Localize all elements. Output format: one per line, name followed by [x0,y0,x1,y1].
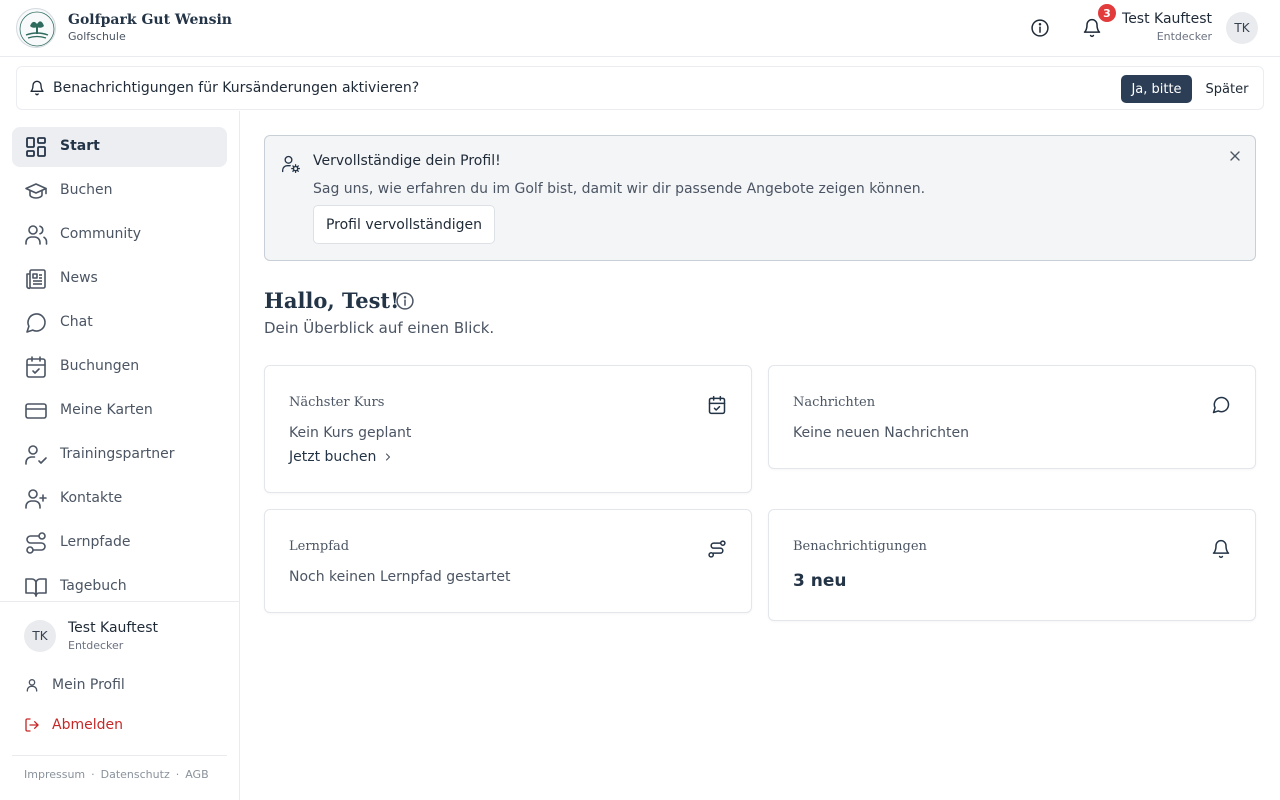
sidebar-item-chat[interactable]: Chat [12,303,227,343]
sidebar-item-start[interactable]: Start [12,127,227,167]
graduation-cap-icon [24,179,48,203]
notification-banner-text: Benachrichtigungen für Kursänderungen ak… [53,80,420,96]
notification-permission-banner: Benachrichtigungen für Kursänderungen ak… [16,66,1264,110]
footer-separator: · [175,768,180,781]
calendar-check-icon [707,395,727,415]
chat-bubble-icon [24,311,48,335]
sidebar-item-label: Buchungen [60,358,140,374]
book-open-icon [24,575,48,599]
sidebar-footer-divider [12,755,227,756]
chevron-right-icon [382,451,394,463]
sidebar-item-label: Start [60,138,100,154]
newspaper-icon [24,267,48,291]
notifications-count: 3 neu [793,571,847,591]
sidebar-item-label: Lernpfade [60,534,131,550]
enable-notifications-button[interactable]: Ja, bitte [1121,75,1192,103]
info-icon[interactable] [395,291,415,311]
sidebar-avatar[interactable]: TK [24,620,56,652]
later-button[interactable]: Später [1199,75,1255,103]
agb-link[interactable]: AGB [185,768,208,781]
info-icon[interactable] [1028,16,1052,40]
impressum-link[interactable]: Impressum [24,768,85,781]
card-title: Lernpfad [289,539,350,554]
book-now-link[interactable]: Jetzt buchen [289,449,394,465]
card-title: Benachrichtigungen [793,539,927,554]
header-avatar[interactable]: TK [1226,12,1258,44]
complete-profile-button[interactable]: Profil vervollständigen [313,205,495,244]
header-user-role: Entdecker [1156,30,1212,43]
profile-card-title: Vervollständige dein Profil! [313,153,501,169]
sidebar-item-kontakte[interactable]: Kontakte [12,479,227,519]
sidebar-item-label: Meine Karten [60,402,153,418]
credit-card-icon [24,399,48,423]
brand-name: Golfpark Gut Wensin [68,12,232,28]
route-icon [24,531,48,555]
route-icon [707,539,727,559]
page-subtitle: Dein Überblick auf einen Blick. [264,319,495,337]
sidebar-user-name[interactable]: Test Kauftest [68,620,158,636]
card-text: Noch keinen Lernpfad gestartet [289,569,511,585]
logout-link[interactable]: Abmelden [24,715,123,735]
top-header: Golfpark Gut Wensin Golfschule 3 Test Ka… [0,0,1280,57]
sidebar-item-buchungen[interactable]: Buchungen [12,347,227,387]
card-text: Keine neuen Nachrichten [793,425,970,441]
user-settings-icon [281,154,301,174]
my-profile-label: Mein Profil [52,677,125,693]
grid-icon [24,135,48,159]
sidebar-item-label: Kontakte [60,490,123,506]
messages-card[interactable]: Nachrichten Keine neuen Nachrichten [768,365,1256,469]
sidebar-item-label: Buchen [60,182,113,198]
sidebar-item-label: Community [60,226,142,242]
calendar-check-icon [24,355,48,379]
profile-card-description: Sag uns, wie erfahren du im Golf bist, d… [313,181,926,197]
bell-icon [29,80,45,96]
profile-completion-card: Vervollständige dein Profil! Sag uns, wi… [264,135,1256,261]
brand-subtitle: Golfschule [68,30,126,43]
notifications-card[interactable]: Benachrichtigungen 3 neu [768,509,1256,621]
brand-logo[interactable] [16,8,56,48]
datenschutz-link[interactable]: Datenschutz [101,768,170,781]
sidebar: Start Buchen Community News Chat Buchung… [0,111,240,800]
sidebar-user-role: Entdecker [68,639,124,652]
card-title: Nächster Kurs [289,395,385,410]
user-plus-icon [24,487,48,511]
bell-icon [1211,539,1231,559]
card-title: Nachrichten [793,395,876,410]
page-title: Hallo, Test! [264,288,400,313]
sidebar-item-news[interactable]: News [12,259,227,299]
sidebar-item-lernpfade[interactable]: Lernpfade [12,523,227,563]
header-user-name[interactable]: Test Kauftest [1122,11,1212,27]
chat-bubble-icon [1211,395,1231,415]
sidebar-item-label: Chat [60,314,93,330]
logout-label: Abmelden [52,717,123,733]
learning-path-card[interactable]: Lernpfad Noch keinen Lernpfad gestartet [264,509,752,613]
book-now-label: Jetzt buchen [289,449,377,465]
my-profile-link[interactable]: Mein Profil [24,675,125,695]
card-text: Kein Kurs geplant [289,425,412,441]
sidebar-item-label: Tagebuch [60,578,127,594]
sidebar-item-community[interactable]: Community [12,215,227,255]
next-course-card[interactable]: Nächster Kurs Kein Kurs geplant Jetzt bu… [264,365,752,493]
logout-icon [24,717,40,733]
sidebar-item-trainingspartner[interactable]: Trainingspartner [12,435,227,475]
notification-count-badge: 3 [1098,4,1116,22]
sidebar-divider [0,601,239,602]
footer-separator: · [91,768,95,781]
close-icon[interactable] [1227,148,1243,164]
sidebar-item-label: News [60,270,98,286]
sidebar-item-label: Trainingspartner [60,446,175,462]
user-icon [24,677,40,693]
sidebar-item-meine-karten[interactable]: Meine Karten [12,391,227,431]
users-icon [24,223,48,247]
footer-links: Impressum · Datenschutz · AGB [24,768,209,781]
user-check-icon [24,443,48,467]
sidebar-item-buchen[interactable]: Buchen [12,171,227,211]
